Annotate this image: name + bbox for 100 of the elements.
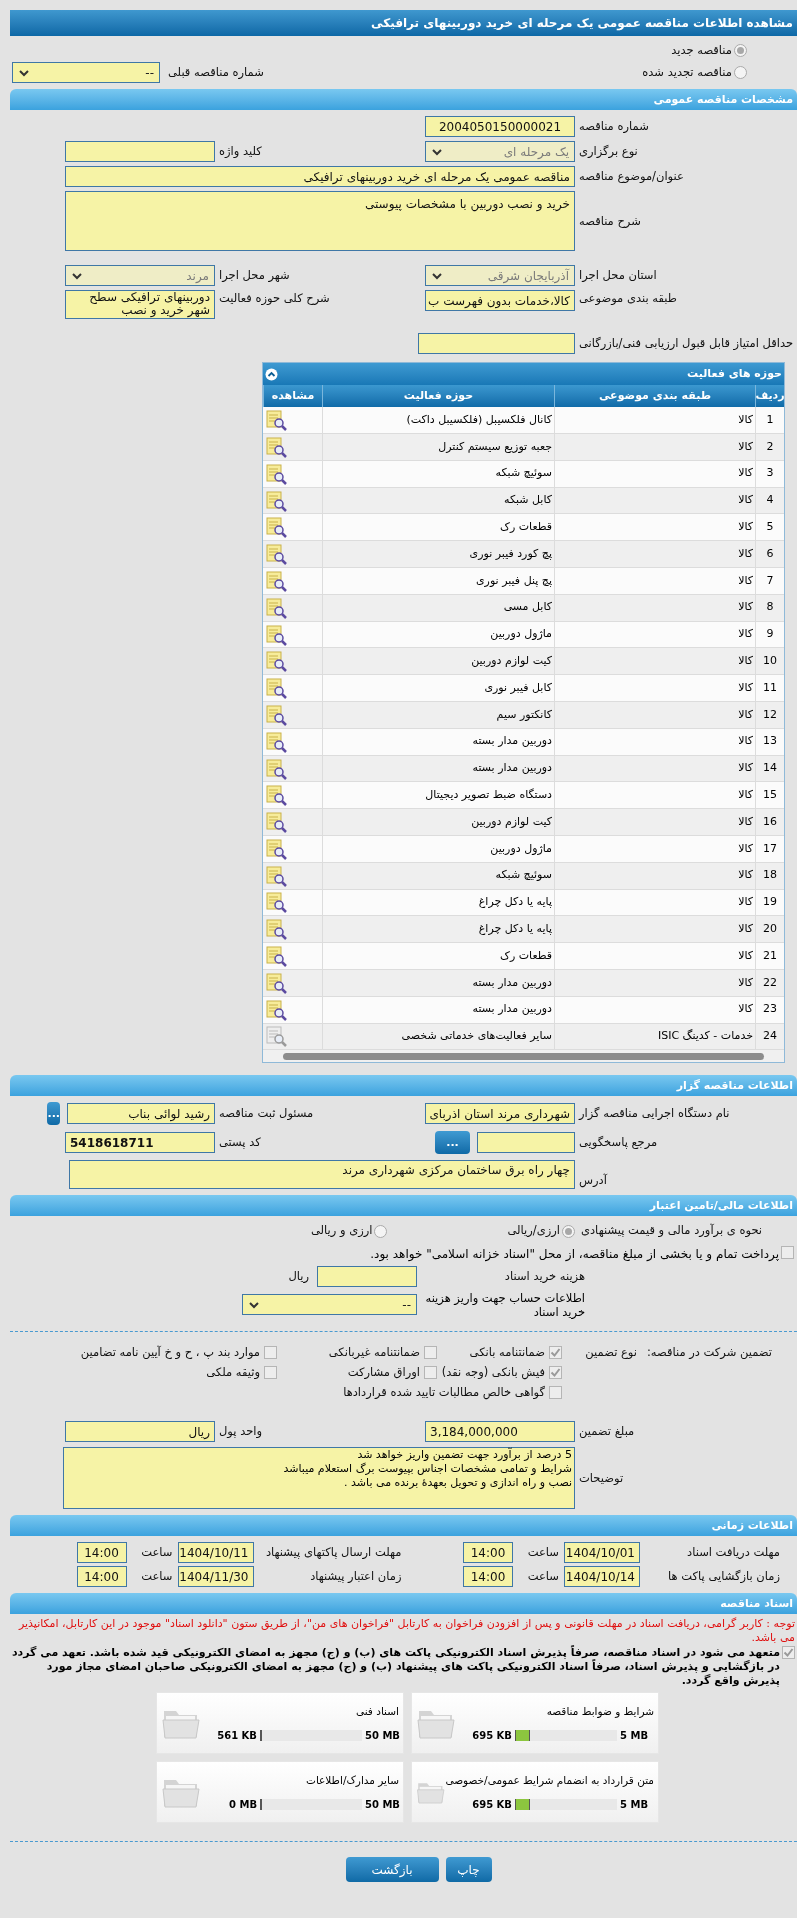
action-button[interactable]: بازگشت [345, 1857, 439, 1883]
min-score-field[interactable] [418, 333, 575, 355]
collapse-icon[interactable] [265, 367, 278, 381]
category-field[interactable]: کالا،خدمات بدون فهرست ب [425, 290, 575, 312]
browse-button[interactable]: ... [435, 1131, 470, 1155]
time-field[interactable]: 14:00 [463, 1542, 513, 1564]
view-icon[interactable] [265, 435, 287, 458]
table-cell: 8 [755, 594, 784, 621]
table-cell: 11 [755, 675, 784, 701]
table-cell: 24 [755, 1023, 784, 1050]
checkbox[interactable] [549, 1386, 562, 1400]
guarantee-amount-field[interactable]: 3,184,000,000 [425, 1421, 575, 1443]
checkbox[interactable] [549, 1366, 562, 1379]
view-icon[interactable] [265, 569, 287, 592]
view-icon[interactable] [265, 677, 287, 700]
view-icon[interactable] [265, 945, 287, 968]
field-label: استان محل اجرا [579, 267, 657, 285]
chevron-icon [431, 147, 443, 156]
field-label: ارزی/ریالی [507, 1222, 560, 1240]
radio-button[interactable] [734, 44, 747, 58]
account-select[interactable]: -- [242, 1294, 417, 1316]
document-fee-field[interactable] [317, 1265, 417, 1287]
table-cell: کیت لوازم دوربین [322, 648, 554, 675]
time-field[interactable]: 14:00 [76, 1566, 127, 1588]
field-label: شرح کلی حوزه فعالیت [219, 290, 330, 308]
keyword-field[interactable] [65, 141, 215, 163]
view-icon[interactable] [265, 784, 287, 807]
section-header: اطلاعات مالی/تامین اعتبار [10, 1195, 797, 1217]
view-icon[interactable] [265, 971, 287, 994]
field-label: توضیحات [579, 1469, 624, 1487]
table-cell: کالا [554, 836, 755, 862]
table-cell: پایه یا دکل چراغ [322, 889, 554, 916]
activity-scope-field[interactable]: دوربینهای ترافیکی سطح شهر خرید و نصب [65, 290, 215, 320]
checkbox[interactable] [264, 1366, 277, 1379]
field-label: ساعت [526, 1544, 560, 1562]
view-icon[interactable] [265, 837, 287, 860]
radio-button[interactable] [562, 1224, 575, 1238]
checkbox[interactable] [781, 1245, 794, 1259]
view-icon[interactable] [265, 811, 287, 834]
date-field[interactable]: 1404/11/30 [177, 1566, 254, 1588]
view-icon[interactable] [265, 918, 287, 941]
table-cell: سوئیچ شبکه [322, 862, 554, 889]
checkbox[interactable] [782, 1646, 795, 1660]
view-icon[interactable] [265, 998, 287, 1021]
table-cell: کالا [554, 916, 755, 943]
reference-field[interactable] [477, 1132, 575, 1154]
browse-button[interactable]: ... [47, 1102, 60, 1126]
radio-button[interactable] [374, 1224, 388, 1238]
checkbox[interactable] [424, 1345, 437, 1359]
table-cell: کالا [554, 460, 755, 487]
view-icon[interactable] [265, 462, 287, 485]
view-icon[interactable] [265, 596, 287, 619]
date-field[interactable]: 1404/10/11 [177, 1542, 254, 1564]
tender-number-field[interactable]: 2004050150000021 [425, 116, 575, 138]
time-field[interactable]: 14:00 [463, 1566, 513, 1588]
file-size: 695 KB [472, 1797, 512, 1812]
notice-text: توجه : کاربر گرامی، دریافت اسناد در مهلت قانونی و پس از افزودن فراخوان به کارتابل "فراخوان های من"، از طریق ستون "دانلود اسناد" موجود در این کارتابل، امکانپذیر می باشد. [17, 1616, 796, 1645]
table-cell: 7 [755, 568, 784, 594]
agency-field[interactable]: شهرداری مرند استان اذربای [425, 1103, 575, 1125]
field-label: اطلاعات حساب جهت واریز هزینه خرید اسناد [425, 1290, 585, 1319]
field-label: کلید واژه [219, 143, 262, 161]
currency-field[interactable]: ریال [65, 1421, 215, 1443]
table-cell: کالا [554, 728, 755, 755]
description-field[interactable]: خرید و نصب دوربین با مشخصات پیوستی [65, 191, 575, 252]
postal-code-field[interactable]: 5418618711 [65, 1132, 215, 1154]
subject-field[interactable]: مناقصه عمومی یک مرحله ای خرید دوربینهای ترافیکی [65, 166, 575, 188]
date-field[interactable]: 1404/10/14 [564, 1566, 640, 1588]
address-field[interactable]: چهار راه برق ساختمان مرکزی شهرداری مرند [69, 1160, 575, 1190]
table-cell: کالا [554, 970, 755, 996]
registrar-field[interactable]: رشید لوائی بناب [67, 1103, 215, 1125]
horizontal-scrollbar[interactable] [263, 1050, 784, 1063]
checkbox[interactable] [549, 1345, 562, 1359]
view-icon[interactable] [265, 864, 287, 887]
field-label: مهلت دریافت اسناد [686, 1544, 780, 1562]
view-icon[interactable] [265, 516, 287, 539]
view-icon[interactable] [265, 757, 287, 780]
date-field[interactable]: 1404/10/01 [564, 1542, 640, 1564]
table-cell: کالا [554, 621, 755, 648]
view-icon[interactable] [265, 730, 287, 753]
checkbox[interactable] [424, 1366, 437, 1379]
previous-tender-select[interactable]: -- [12, 62, 160, 84]
view-icon[interactable] [265, 703, 287, 726]
field-label: نام دستگاه اجرایی مناقصه گزار [579, 1105, 730, 1123]
field-label: هزینه خرید اسناد [503, 1267, 585, 1285]
radio-button[interactable] [734, 66, 747, 80]
view-icon[interactable] [265, 489, 287, 512]
table-cell: خدمات - کدینگ ISIC [554, 1023, 755, 1050]
view-icon[interactable] [265, 650, 287, 673]
table-cell: قطعات رک [322, 514, 554, 541]
view-icon[interactable] [265, 543, 287, 566]
view-icon[interactable] [265, 409, 287, 432]
field-label: کد پستی [219, 1134, 261, 1152]
field-label: ساعت [140, 1568, 174, 1586]
checkbox[interactable] [264, 1345, 277, 1359]
view-icon[interactable] [265, 891, 287, 914]
action-button[interactable]: چاپ [445, 1857, 492, 1883]
time-field[interactable]: 14:00 [76, 1542, 127, 1564]
file-size: 0 MB [229, 1797, 257, 1812]
view-icon[interactable] [265, 623, 287, 646]
table-cell: دستگاه ضبط تصویر دیجیتال [322, 782, 554, 809]
